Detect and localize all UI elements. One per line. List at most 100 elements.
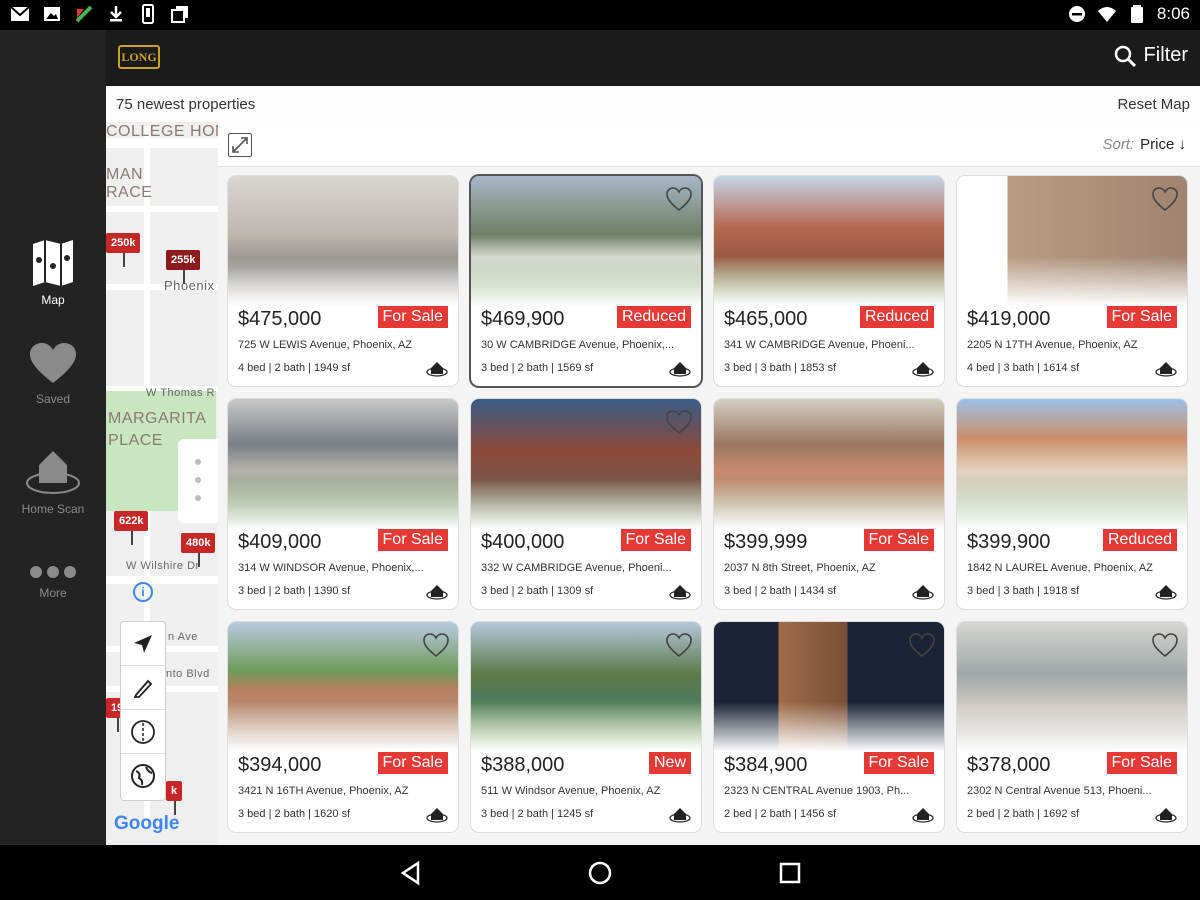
listing-address: 2205 N 17TH Avenue, Phoenix, AZ — [967, 339, 1138, 351]
listings-panel: Sort: Price ↓ $475,000 For Sale 725 W LEWIS… — [178, 121, 1200, 845]
listing-specs: 3 bed | 2 bath | 1569 sf — [481, 362, 594, 374]
status-badge: For Sale — [863, 752, 934, 774]
satellite-button[interactable] — [121, 710, 165, 754]
globe-icon — [131, 764, 155, 788]
listing-card[interactable]: $399,999 For Sale 2037 N 8th Street, Phoen… — [714, 399, 944, 609]
draw-button[interactable] — [121, 666, 165, 710]
battery-icon — [1130, 5, 1143, 23]
home-scan-small-icon[interactable] — [426, 359, 448, 377]
nav-item-more[interactable]: More — [0, 565, 106, 600]
listing-address: 332 W CAMBRIDGE Avenue, Phoeni... — [481, 562, 672, 574]
expand-button[interactable] — [228, 133, 252, 157]
home-scan-small-icon[interactable] — [912, 582, 934, 600]
phone-icon — [142, 4, 154, 24]
listing-address: 2037 N 8th Street, Phoenix, AZ — [724, 562, 876, 574]
panel-header: Sort: Price ↓ — [218, 121, 1200, 167]
listing-card[interactable]: $400,000 For Sale 332 W CAMBRIDGE Avenue, … — [471, 399, 701, 609]
listing-price: $465,000 — [724, 308, 808, 330]
listing-price: $419,000 — [967, 308, 1051, 330]
listing-specs: 3 bed | 2 bath | 1309 sf — [481, 585, 594, 597]
status-badge: For Sale — [377, 529, 448, 551]
listing-card[interactable]: $465,000 Reduced 341 W CAMBRIDGE Avenue, P… — [714, 176, 944, 386]
favorite-heart-icon[interactable] — [665, 632, 693, 660]
status-badge: Reduced — [1102, 529, 1177, 551]
sort-control[interactable]: Sort: Price ↓ — [1102, 136, 1186, 153]
listing-photo — [714, 176, 944, 306]
listing-card[interactable]: $388,000 New 511 W Windsor Avenue, Phoenix… — [471, 622, 701, 832]
favorite-heart-icon[interactable] — [665, 409, 693, 437]
map-pin[interactable]: k — [166, 781, 183, 815]
panel-drag-handle[interactable] — [178, 439, 218, 523]
nav-item-saved[interactable]: Saved — [0, 343, 106, 406]
home-icon[interactable] — [587, 860, 613, 886]
favorite-heart-icon[interactable] — [1151, 632, 1179, 660]
home-scan-small-icon[interactable] — [912, 805, 934, 823]
listing-specs: 3 bed | 2 bath | 1434 sf — [724, 585, 837, 597]
map-pin[interactable]: 480k — [181, 533, 216, 567]
reset-map-button[interactable]: Reset Map — [1117, 96, 1190, 113]
listing-price: $378,000 — [967, 754, 1051, 776]
listing-price: $409,000 — [238, 531, 322, 553]
listing-address: 314 W WINDSOR Avenue, Phoenix,... — [238, 562, 424, 574]
brand-logo[interactable]: LONG — [118, 45, 160, 69]
pencil-icon — [133, 679, 153, 698]
listing-price: $384,900 — [724, 754, 808, 776]
map-label-wilshire: W Wilshire Dr — [126, 560, 200, 572]
back-icon[interactable] — [398, 860, 424, 886]
copy-icon — [171, 6, 188, 23]
nav-item-map[interactable]: Map — [0, 240, 106, 307]
listing-specs: 3 bed | 3 bath | 1853 sf — [724, 362, 837, 374]
listing-price: $400,000 — [481, 531, 565, 553]
status-badge: Reduced — [859, 306, 934, 328]
listing-card[interactable]: $399,900 Reduced 1842 N LAUREL Avenue, Pho… — [957, 399, 1187, 609]
map-info-bar: 75 newest properties Reset Map — [106, 86, 1200, 122]
home-scan-small-icon[interactable] — [1155, 805, 1177, 823]
home-scan-small-icon[interactable] — [426, 805, 448, 823]
sort-label: Sort: — [1102, 136, 1135, 153]
map-pin[interactable]: 255k — [166, 250, 201, 284]
nav-item-home-scan[interactable]: Home Scan — [0, 445, 106, 516]
favorite-heart-icon[interactable] — [422, 632, 450, 660]
listing-address: 2302 N Central Avenue 513, Phoeni... — [967, 785, 1152, 797]
filter-label: Filter — [1143, 44, 1188, 66]
home-scan-small-icon[interactable] — [1155, 359, 1177, 377]
search-icon — [1114, 45, 1136, 67]
listing-specs: 2 bed | 2 bath | 1692 sf — [967, 808, 1080, 820]
listing-card[interactable]: $384,900 For Sale 2323 N CENTRAL Avenue 19… — [714, 622, 944, 832]
home-scan-small-icon[interactable] — [426, 582, 448, 600]
home-scan-small-icon[interactable] — [669, 805, 691, 823]
listing-card[interactable]: $378,000 For Sale 2302 N Central Avenue 51… — [957, 622, 1187, 832]
map-info-icon[interactable]: i — [133, 582, 153, 602]
wifi-icon — [1097, 7, 1116, 22]
filter-button[interactable]: Filter — [1114, 44, 1188, 67]
home-scan-small-icon[interactable] — [669, 582, 691, 600]
listing-card[interactable]: $394,000 For Sale 3421 N 16TH Avenue, Phoe… — [228, 622, 458, 832]
more-dots-icon — [30, 566, 76, 578]
map-label-ave: n Ave — [168, 631, 198, 643]
locate-button[interactable] — [121, 622, 165, 666]
listing-specs: 4 bed | 3 bath | 1614 sf — [967, 362, 1080, 374]
clock: 8:06 — [1156, 4, 1190, 23]
listing-card[interactable]: $469,900 Reduced 30 W CAMBRIDGE Avenue, Ph… — [471, 176, 701, 386]
home-scan-small-icon[interactable] — [1155, 582, 1177, 600]
map-label-thomas: W Thomas R — [146, 387, 215, 399]
favorite-heart-icon[interactable] — [1151, 186, 1179, 214]
favorite-heart-icon[interactable] — [665, 186, 693, 214]
road-icon — [131, 719, 155, 744]
home-scan-small-icon[interactable] — [912, 359, 934, 377]
globe-button[interactable] — [121, 754, 165, 798]
favorite-heart-icon[interactable] — [908, 632, 936, 660]
status-bar: 8:06 — [0, 0, 1200, 30]
listing-price: $475,000 — [238, 308, 322, 330]
map-label-phoenix: Phoenix — [164, 278, 215, 293]
listing-card[interactable]: $409,000 For Sale 314 W WINDSOR Avenue, Ph… — [228, 399, 458, 609]
listing-card[interactable]: $475,000 For Sale 725 W LEWIS Avenue, Phoe… — [228, 176, 458, 386]
map-pin[interactable]: 250k — [106, 233, 141, 267]
listing-card[interactable]: $419,000 For Sale 2205 N 17TH Avenue, Phoe… — [957, 176, 1187, 386]
recents-icon[interactable] — [777, 860, 803, 886]
home-scan-small-icon[interactable] — [669, 359, 691, 377]
android-navigation-bar — [0, 845, 1200, 900]
listing-specs: 3 bed | 2 bath | 1620 sf — [238, 808, 351, 820]
listing-address: 341 W CAMBRIDGE Avenue, Phoeni... — [724, 339, 915, 351]
map-pin[interactable]: 622k — [114, 511, 149, 545]
